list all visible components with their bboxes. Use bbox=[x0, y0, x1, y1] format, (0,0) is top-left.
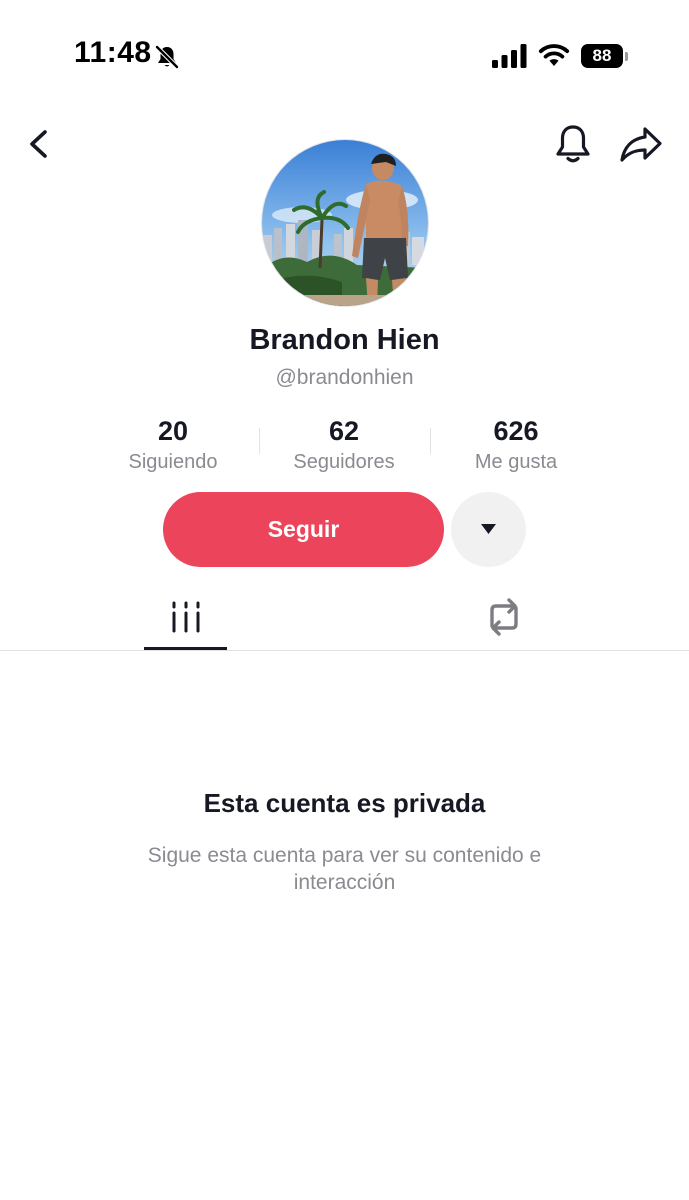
notification-bell-icon[interactable] bbox=[552, 122, 594, 166]
tab-videos[interactable] bbox=[144, 592, 227, 652]
wifi-icon bbox=[538, 44, 570, 66]
signal-icon bbox=[492, 44, 527, 68]
battery-level: 88 bbox=[581, 44, 623, 68]
tabs-divider bbox=[0, 650, 689, 651]
following-count: 20 bbox=[157, 416, 189, 446]
likes-label: Me gusta bbox=[474, 451, 558, 473]
battery-icon: 88 bbox=[581, 44, 629, 68]
share-arrow-icon[interactable] bbox=[618, 124, 664, 164]
private-account-subtitle: Sigue esta cuenta para ver su contenido … bbox=[147, 844, 542, 894]
following-label: Siguiendo bbox=[128, 451, 218, 473]
more-options-button[interactable] bbox=[451, 492, 526, 567]
back-arrow-icon[interactable] bbox=[20, 124, 60, 164]
followers-count: 62 bbox=[328, 416, 360, 446]
followers-stat[interactable]: 62 Seguidores bbox=[258, 414, 430, 476]
avatar[interactable] bbox=[262, 140, 428, 306]
bell-off-icon bbox=[154, 44, 180, 70]
likes-count: 626 bbox=[493, 416, 539, 446]
followers-label: Seguidores bbox=[293, 451, 395, 473]
follow-button[interactable]: Seguir bbox=[163, 492, 444, 567]
battery-tip bbox=[625, 52, 628, 61]
caret-down-icon bbox=[481, 524, 496, 534]
username: @brandonhien bbox=[275, 366, 414, 389]
status-bar: 11:48 88 bbox=[0, 0, 689, 110]
following-stat[interactable]: 20 Siguiendo bbox=[87, 414, 259, 476]
tab-reposts[interactable] bbox=[462, 592, 545, 652]
status-time: 11:48 bbox=[74, 36, 152, 69]
display-name: Brandon Hien bbox=[249, 324, 440, 356]
private-account-title: Esta cuenta es privada bbox=[203, 788, 486, 818]
avatar-photo bbox=[262, 140, 428, 306]
reposts-icon bbox=[490, 598, 518, 636]
likes-stat[interactable]: 626 Me gusta bbox=[430, 414, 602, 476]
videos-grid-icon bbox=[172, 601, 200, 633]
